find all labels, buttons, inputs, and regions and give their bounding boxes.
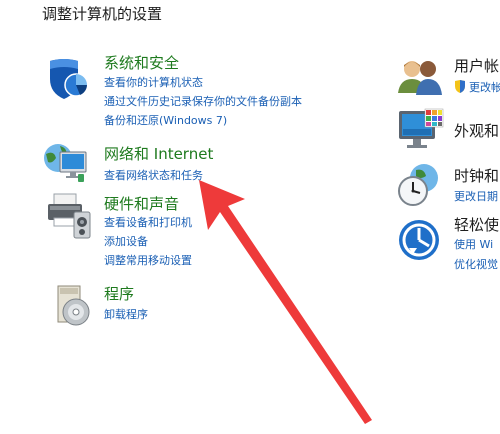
arrow-shape <box>199 180 372 424</box>
clock-globe-icon[interactable] <box>396 162 442 208</box>
link-devices-printers[interactable]: 查看设备和打印机 <box>104 214 192 230</box>
link-uninstall-program[interactable]: 卸载程序 <box>104 306 148 322</box>
printer-icon[interactable] <box>44 192 94 240</box>
category-programs[interactable]: 程序 <box>104 283 134 304</box>
link-mobility-settings[interactable]: 调整常用移动设置 <box>104 252 192 268</box>
control-panel: 调整计算机的设置 系统和安全 查看你的计算机状态 通过文件历史记录保存你的文件备… <box>0 0 500 434</box>
link-backup-restore[interactable]: 备份和还原(Windows 7) <box>104 112 227 128</box>
category-appearance[interactable]: 外观和 <box>454 120 499 141</box>
link-change-date[interactable]: 更改日期 <box>454 188 498 204</box>
programs-disc-icon[interactable] <box>50 282 94 328</box>
network-globe-icon[interactable] <box>42 140 92 186</box>
category-user-accounts[interactable]: 用户帐 <box>454 55 499 76</box>
category-ease-of-access[interactable]: 轻松使 <box>454 214 499 235</box>
link-view-network-status[interactable]: 查看网络状态和任务 <box>104 167 203 183</box>
shield-icon[interactable] <box>44 55 92 103</box>
uac-shield-icon <box>454 78 466 93</box>
link-use-windows-suggestions[interactable]: 使用 Wi <box>454 236 493 252</box>
category-network-internet[interactable]: 网络和 Internet <box>104 143 213 164</box>
link-view-computer-status[interactable]: 查看你的计算机状态 <box>104 74 203 90</box>
category-system-security[interactable]: 系统和安全 <box>104 52 179 73</box>
ease-of-access-icon[interactable] <box>397 218 441 262</box>
user-accounts-icon[interactable] <box>396 55 444 99</box>
category-hardware-sound[interactable]: 硬件和声音 <box>104 193 179 214</box>
appearance-monitor-icon[interactable] <box>397 107 445 153</box>
link-optimize-visual[interactable]: 优化视觉 <box>454 256 498 272</box>
link-add-device[interactable]: 添加设备 <box>104 233 148 249</box>
category-clock-region[interactable]: 时钟和 <box>454 165 499 186</box>
link-change-account-type[interactable]: 更改帐 <box>469 79 500 95</box>
page-title: 调整计算机的设置 <box>42 5 163 23</box>
link-file-history-backup[interactable]: 通过文件历史记录保存你的文件备份副本 <box>104 93 302 109</box>
